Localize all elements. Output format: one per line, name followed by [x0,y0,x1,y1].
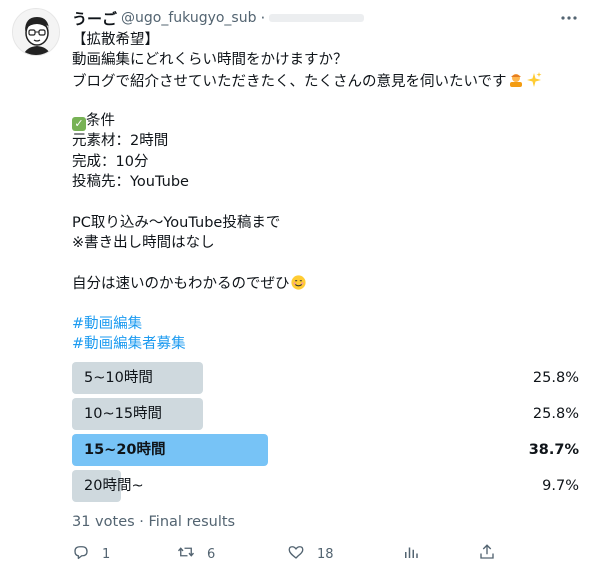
text-line: 投稿先：YouTube [72,174,189,191]
user-handle[interactable]: @ugo_fukugyo_sub [121,10,256,26]
poll-option-label: 15~20時間 [84,442,166,458]
text-line: 自分は速いのかもわかるのでぜひ [72,274,577,294]
text-line-content: ブログで紹介させていただきたく、たくさんの意見を伺いたいです [72,73,507,90]
reply-button[interactable]: 1 [72,543,110,565]
analytics-icon [402,543,420,565]
hashtag-link[interactable]: #動画編集者募集 [72,334,577,354]
text-line: ※書き出し時間はなし [72,234,215,251]
text-line: ブログで紹介させていただきたく、たくさんの意見を伺いたいです [72,71,577,91]
poll-option[interactable]: 20時間~ 9.7% [72,470,579,502]
like-count: 18 [317,546,334,562]
poll-option-percent: 25.8% [532,406,579,422]
share-button[interactable] [478,543,496,565]
retweet-count: 6 [207,546,216,562]
share-icon [478,543,496,565]
check-mark-icon: ✓ [72,117,86,132]
retweet-icon [177,543,195,565]
reply-icon [72,543,90,565]
heart-icon [287,543,305,565]
display-name[interactable]: うーご [72,8,117,29]
poll-option-percent: 25.8% [532,370,579,386]
poll-option-label: 5~10時間 [84,370,153,386]
poll-option-percent: 38.7% [528,442,579,458]
reply-count: 1 [102,546,111,562]
text-line: ✓ 条件 [72,111,577,132]
redacted-timestamp [269,14,365,22]
tweet-text: 【拡散希望】 動画編集にどれくらい時間をかけますか？ ブログで紹介させていただき… [72,30,577,355]
tweet-header: うーご @ugo_fukugyo_sub · [72,8,579,28]
poll-option[interactable]: 10~15時間 25.8% [72,398,579,430]
poll-option-label: 20時間~ [84,478,144,494]
text-line: 完成：10分 [72,153,149,170]
text-line: 元素材：2時間 [72,133,169,150]
analytics-button[interactable] [402,543,420,565]
action-bar: 1 6 18 [72,543,502,567]
text-line-content: 自分は速いのかもわかるのでぜひ [72,275,290,292]
like-button[interactable]: 18 [287,543,334,565]
poll-results-summary: 31 votes · Final results [72,514,236,530]
bowing-person-emoji-icon [507,71,525,95]
avatar-illustration [13,9,59,55]
poll-option[interactable]: 5~10時間 25.8% [72,362,579,394]
text-line: 動画編集にどれくらい時間をかけますか？ [72,52,348,69]
avatar[interactable] [12,8,60,56]
hashtag-link[interactable]: #動画編集 [72,314,577,334]
text-line-content: 条件 [86,113,115,130]
poll-option-winner[interactable]: 15~20時間 38.7% [72,434,579,466]
poll-option-percent: 9.7% [542,478,579,494]
poll-option-label: 10~15時間 [84,406,163,422]
text-line: PC取り込み〜YouTube投稿まで [72,214,281,231]
retweet-button[interactable]: 6 [177,543,215,565]
text-line: 【拡散希望】 [72,32,159,48]
sparkles-emoji-icon [525,71,543,95]
more-icon[interactable] [559,8,579,28]
smiling-face-emoji-icon [290,274,307,297]
separator-dot: · [260,9,266,27]
